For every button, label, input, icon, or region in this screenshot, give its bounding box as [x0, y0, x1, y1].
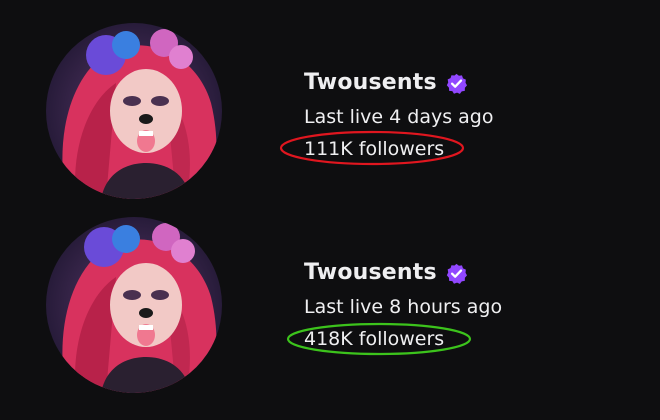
followers-row: 418K followers	[286, 322, 502, 356]
avatar-image	[46, 217, 222, 393]
channel-info: Twousents Last live 8 hours ago 418K fol…	[286, 258, 503, 356]
avatar-image	[46, 23, 222, 199]
channel-card: Twousents Last live 4 days ago 111K foll…	[0, 0, 660, 200]
name-row: Twousents	[304, 258, 502, 288]
avatar[interactable]	[46, 217, 222, 393]
follower-count: 418K followers	[304, 328, 445, 350]
verified-badge-icon	[446, 73, 467, 94]
comparison-canvas: Twousents Last live 4 days ago 111K foll…	[0, 0, 660, 420]
last-live-status: Last live 4 days ago	[304, 106, 494, 128]
avatar[interactable]	[46, 23, 222, 199]
channel-name[interactable]: Twousents	[304, 68, 437, 98]
name-row: Twousents	[304, 68, 494, 98]
last-live-status: Last live 8 hours ago	[304, 296, 503, 318]
channel-name[interactable]: Twousents	[304, 258, 437, 288]
channel-info: Twousents Last live 4 days ago 111K foll…	[279, 68, 494, 166]
followers-row: 111K followers	[279, 130, 494, 166]
follower-count: 111K followers	[304, 138, 445, 160]
channel-card: Twousents Last live 8 hours ago 418K fol…	[0, 205, 660, 405]
verified-badge-icon	[446, 263, 467, 284]
